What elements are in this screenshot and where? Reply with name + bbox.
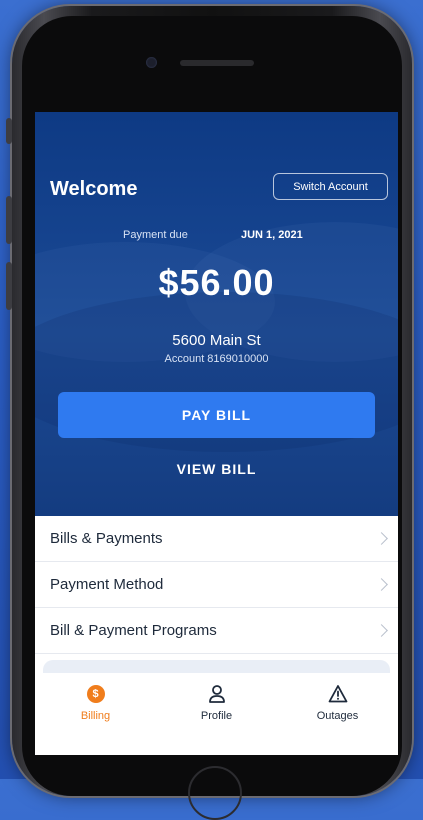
payment-due-date: JUN 1, 2021 xyxy=(241,229,303,241)
home-button xyxy=(188,766,242,820)
switch-account-button[interactable]: Switch Account xyxy=(273,173,388,200)
camera-icon xyxy=(146,57,157,68)
pay-bill-button[interactable]: PAY BILL xyxy=(58,392,375,438)
warning-icon xyxy=(328,683,348,705)
menu-item-label: Bill & Payment Programs xyxy=(50,622,217,639)
billing-menu: Bills & Payments Payment Method Bill & P… xyxy=(35,516,398,654)
user-icon xyxy=(207,683,227,705)
chevron-right-icon xyxy=(375,531,388,545)
amount-due: $56.00 xyxy=(158,262,275,303)
menu-item-bill-payment-programs[interactable]: Bill & Payment Programs xyxy=(35,608,398,654)
menu-item-label: Bills & Payments xyxy=(50,530,163,547)
app-screen: Welcome Switch Account Payment due JUN 1… xyxy=(35,112,398,755)
speaker-grille xyxy=(180,60,254,66)
tab-profile[interactable]: Profile xyxy=(162,673,272,722)
page-title: Welcome xyxy=(50,178,138,200)
menu-item-label: Payment Method xyxy=(50,576,164,593)
account-number: Account 8169010000 xyxy=(164,353,269,365)
chevron-right-icon xyxy=(375,577,388,591)
tab-outages[interactable]: Outages xyxy=(283,673,393,722)
volume-up-button xyxy=(6,196,12,244)
billing-hero: Welcome Switch Account Payment due JUN 1… xyxy=(35,112,398,516)
menu-item-payment-method[interactable]: Payment Method xyxy=(35,562,398,608)
tab-label: Profile xyxy=(200,710,233,722)
mute-switch xyxy=(6,118,12,144)
tab-billing[interactable]: $ Billing xyxy=(41,673,151,722)
menu-item-bills-payments[interactable]: Bills & Payments xyxy=(35,516,398,562)
bottom-tab-bar: $ Billing Profile Outages xyxy=(35,673,398,755)
chevron-right-icon xyxy=(375,623,388,637)
payment-due-label: Payment due xyxy=(123,229,188,241)
dollar-icon: $ xyxy=(86,683,105,705)
tab-label: Outages xyxy=(316,710,359,722)
service-address: 5600 Main St xyxy=(172,332,261,349)
volume-down-button xyxy=(6,262,12,310)
view-bill-link[interactable]: VIEW BILL xyxy=(35,461,398,477)
tab-label: Billing xyxy=(80,710,111,722)
